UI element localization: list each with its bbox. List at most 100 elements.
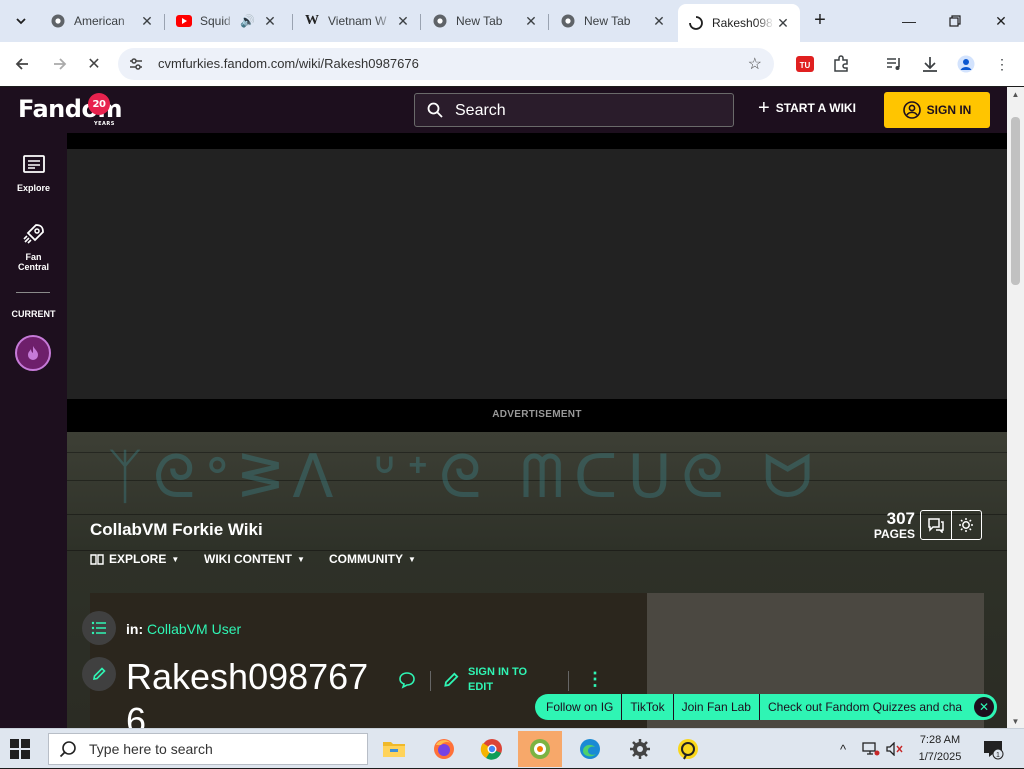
chrome-taskbar-icon[interactable] bbox=[470, 731, 514, 767]
wiki-tools-group bbox=[920, 510, 982, 540]
wiki-name[interactable]: CollabVM Forkie Wiki bbox=[90, 520, 263, 540]
close-tab-icon[interactable]: ✕ bbox=[650, 12, 668, 30]
restore-button[interactable] bbox=[932, 8, 978, 34]
rail-explore[interactable]: Explore bbox=[0, 153, 67, 193]
top-band bbox=[67, 133, 1007, 149]
advertisement-slot bbox=[67, 149, 1007, 399]
back-button[interactable] bbox=[8, 50, 36, 78]
wiki-nav-explore[interactable]: EXPLORE ▼ bbox=[90, 552, 179, 566]
wiki-nav-wiki-content[interactable]: WIKI CONTENT ▼ bbox=[204, 552, 305, 566]
advertisement-label: ADVERTISEMENT bbox=[492, 409, 582, 420]
taskbar-clock[interactable]: 7:28 AM 1/7/2025 bbox=[908, 732, 972, 766]
discussions-button[interactable] bbox=[921, 511, 951, 539]
join-fan-lab-link[interactable]: Join Fan Lab bbox=[674, 694, 760, 720]
volume-muted-icon[interactable] bbox=[886, 729, 904, 769]
pencil-icon bbox=[93, 667, 106, 680]
browser-tab[interactable]: W Vietnam W ✕ bbox=[294, 7, 421, 35]
browser-tab-active[interactable]: Rakesh098 ✕ bbox=[678, 4, 800, 42]
browser-tab[interactable]: New Tab ✕ bbox=[422, 7, 549, 35]
app-icon[interactable] bbox=[666, 731, 710, 767]
search-icon bbox=[427, 102, 443, 118]
anniversary-badge: 20 bbox=[88, 93, 110, 115]
show-hidden-icons-icon[interactable]: ^ bbox=[840, 729, 846, 769]
network-icon[interactable] bbox=[862, 729, 880, 769]
browser-toolbar: ✕ cvmfurkies.fandom.com/wiki/Rakesh09876… bbox=[0, 42, 1024, 86]
chevron-down-icon: ▼ bbox=[408, 554, 416, 564]
close-tab-icon[interactable]: ✕ bbox=[261, 12, 279, 30]
talk-button[interactable] bbox=[398, 671, 416, 694]
chrome-icon bbox=[560, 13, 576, 29]
profile-avatar-icon[interactable] bbox=[956, 54, 976, 74]
address-bar[interactable]: cvmfurkies.fandom.com/wiki/Rakesh0987676… bbox=[118, 48, 774, 80]
browser-tab[interactable]: New Tab ✕ bbox=[550, 7, 676, 35]
rocket-icon bbox=[22, 224, 44, 244]
tab-title: American bbox=[74, 14, 125, 28]
scroll-up-arrow[interactable]: ▲ bbox=[1007, 87, 1024, 101]
site-info-icon[interactable] bbox=[128, 56, 144, 72]
bookmark-star-icon[interactable]: ☆ bbox=[748, 54, 762, 74]
fandom-quizzes-link[interactable]: Check out Fandom Quizzes and cha bbox=[760, 694, 974, 720]
fandom-logo[interactable]: Fandom 20 YEARS bbox=[18, 93, 122, 127]
url-text[interactable]: cvmfurkies.fandom.com/wiki/Rakesh0987676 bbox=[158, 56, 419, 71]
downloads-icon[interactable] bbox=[920, 54, 940, 74]
list-icon bbox=[91, 621, 106, 635]
close-tab-icon[interactable]: ✕ bbox=[774, 14, 792, 32]
tab-search-button[interactable] bbox=[8, 8, 34, 34]
start-a-wiki-button[interactable]: + START A WIKI bbox=[758, 98, 856, 118]
wikipedia-icon: W bbox=[305, 13, 319, 28]
rail-current-label: CURRENT bbox=[11, 309, 56, 319]
fandom-follow-bar: Follow on IG TikTok Join Fan Lab Check o… bbox=[535, 694, 997, 720]
close-tab-icon[interactable]: ✕ bbox=[138, 12, 156, 30]
rail-divider bbox=[16, 292, 50, 293]
rail-fan-central[interactable]: Fan Central bbox=[0, 222, 67, 272]
more-actions-icon[interactable]: ⋮ bbox=[586, 669, 604, 690]
close-follow-bar-icon[interactable]: ✕ bbox=[974, 697, 994, 717]
wiki-nav-community[interactable]: COMMUNITY ▼ bbox=[329, 552, 416, 566]
edit-pencil-button[interactable] bbox=[82, 657, 116, 691]
new-tab-button[interactable]: + bbox=[808, 8, 832, 32]
forward-button[interactable] bbox=[46, 50, 74, 78]
book-icon bbox=[90, 554, 104, 565]
fandom-left-rail: Explore Fan Central CURRENT bbox=[0, 133, 67, 728]
chrome-icon bbox=[50, 13, 66, 29]
theme-toggle-button[interactable] bbox=[950, 511, 981, 539]
search-icon bbox=[59, 741, 76, 758]
svg-text:TU: TU bbox=[800, 61, 811, 70]
sign-in-button[interactable]: SIGN IN bbox=[884, 92, 990, 128]
categories-toggle-button[interactable] bbox=[82, 611, 116, 645]
browser-menu-icon[interactable]: ⋮ bbox=[992, 54, 1012, 74]
minimize-button[interactable]: — bbox=[886, 8, 932, 34]
current-wiki-avatar[interactable] bbox=[15, 335, 51, 371]
browser-tab[interactable]: American ✕ bbox=[40, 7, 165, 35]
audio-playing-icon[interactable]: 🔊 bbox=[240, 14, 255, 28]
close-window-button[interactable]: ✕ bbox=[978, 8, 1024, 34]
edge-icon[interactable] bbox=[568, 731, 612, 767]
active-app-icon[interactable] bbox=[518, 731, 562, 767]
fandom-search-input[interactable]: Search bbox=[414, 93, 734, 127]
comment-icon bbox=[399, 672, 415, 689]
tiktok-link[interactable]: TikTok bbox=[622, 694, 674, 720]
media-control-icon[interactable] bbox=[884, 54, 904, 74]
notification-center-icon[interactable]: 1 bbox=[982, 738, 1004, 760]
stop-loading-button[interactable]: ✕ bbox=[80, 50, 108, 78]
scrollbar-thumb[interactable] bbox=[1011, 117, 1020, 285]
follow-ig-link[interactable]: Follow on IG bbox=[535, 694, 623, 720]
extensions-puzzle-icon[interactable] bbox=[831, 54, 851, 74]
rune-background-art: ᛉᘓᐤᕒᐱ ᐡᐩᘓ ᗰᑕᑌᘓ ᗢ bbox=[107, 442, 823, 512]
youtube-icon bbox=[176, 13, 192, 29]
browser-tab[interactable]: Squid 🔊 ✕ bbox=[166, 7, 293, 35]
windows-start-icon[interactable] bbox=[10, 739, 30, 759]
firefox-icon[interactable] bbox=[422, 731, 466, 767]
close-tab-icon[interactable]: ✕ bbox=[394, 12, 412, 30]
tab-title: Squid bbox=[200, 14, 231, 28]
page-scrollbar[interactable]: ▲ ▼ bbox=[1007, 87, 1024, 728]
sign-in-to-edit-button[interactable]: SIGN IN TO EDIT bbox=[442, 665, 540, 695]
scroll-down-arrow[interactable]: ▼ bbox=[1007, 714, 1024, 728]
taskbar-search-input[interactable]: Type here to search bbox=[48, 733, 368, 765]
file-explorer-icon[interactable] bbox=[372, 731, 416, 767]
category-link[interactable]: CollabVM User bbox=[147, 621, 241, 637]
settings-gear-icon[interactable] bbox=[618, 731, 662, 767]
close-tab-icon[interactable]: ✕ bbox=[522, 12, 540, 30]
extension-tu-icon[interactable]: TU bbox=[795, 54, 815, 74]
windows-taskbar: Type here to search ^ 7:28 AM 1/7/2025 1 bbox=[0, 728, 1024, 768]
